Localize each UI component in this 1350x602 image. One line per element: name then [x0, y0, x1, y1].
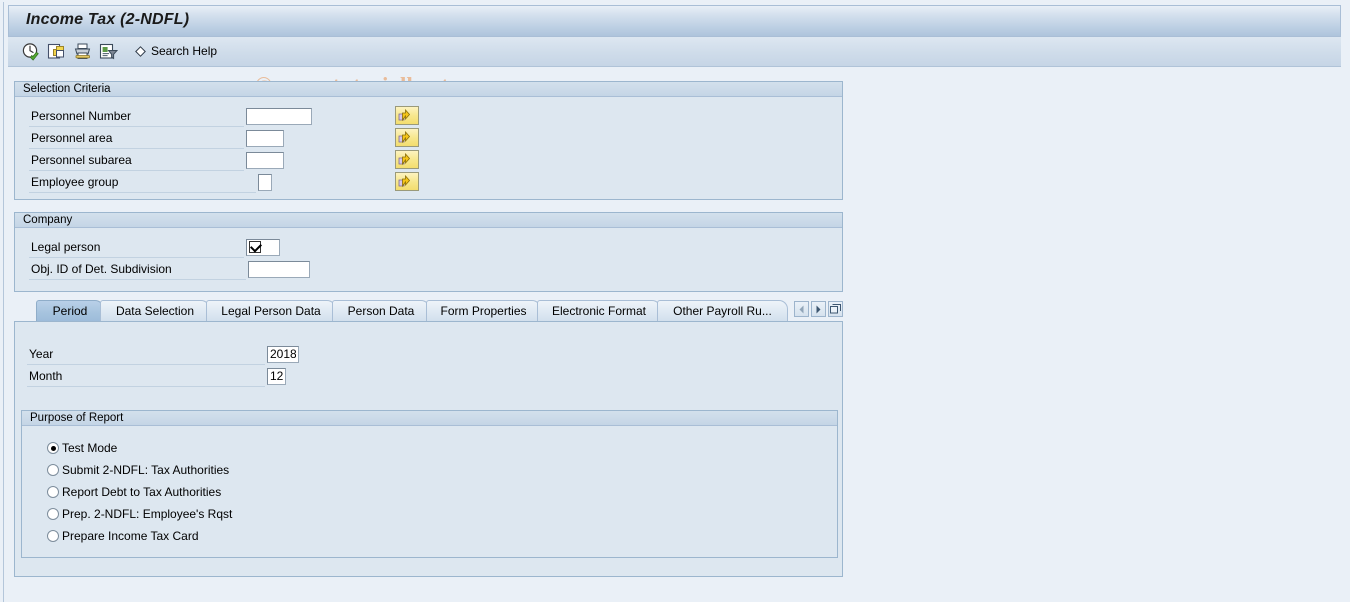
personnel-number-multi-selection-button[interactable] — [395, 106, 419, 125]
tab-form-properties[interactable]: Form Properties — [426, 300, 541, 321]
tab-other-payroll-rules[interactable]: Other Payroll Ru... — [657, 300, 788, 321]
radio-submit-2ndfl-tax-authorities[interactable]: Submit 2-NDFL: Tax Authorities — [47, 463, 229, 477]
print-icon[interactable] — [72, 41, 93, 62]
radio-button-icon — [47, 464, 59, 476]
purpose-of-report-group: Purpose of Report Test Mode Submit 2-NDF… — [21, 410, 838, 558]
application-window: Income Tax (2-NDFL) Search Help Selectio… — [3, 2, 1341, 602]
tab-navigation — [794, 301, 843, 317]
radio-prepare-income-tax-card-label: Prepare Income Tax Card — [62, 529, 199, 543]
radio-prep-2ndfl-label: Prep. 2-NDFL: Employee's Rqst — [62, 507, 233, 521]
radio-report-debt-label: Report Debt to Tax Authorities — [62, 485, 222, 499]
multi-selection-arrow-icon — [398, 174, 411, 187]
personnel-area-label: Personnel area — [29, 128, 244, 149]
legal-person-checkbox[interactable] — [246, 238, 280, 256]
tab-panel-period: Year Month Purpose of Report Test Mode — [14, 321, 843, 577]
company-body: Legal person Obj. ID of Det. Subdivision — [15, 228, 842, 291]
field-row-legal-person: Legal person — [29, 236, 280, 258]
search-help-label: Search Help — [151, 44, 218, 58]
company-header: Company — [15, 213, 842, 228]
copy-icon[interactable] — [46, 41, 67, 62]
radio-submit-2ndfl-label: Submit 2-NDFL: Tax Authorities — [62, 463, 230, 477]
employee-group-label: Employee group — [29, 172, 256, 193]
chevron-left-icon[interactable] — [794, 301, 809, 317]
year-label: Year — [27, 344, 265, 365]
obj-id-label: Obj. ID of Det. Subdivision — [29, 259, 246, 280]
personnel-number-label: Personnel Number — [29, 106, 244, 127]
field-row-obj-id: Obj. ID of Det. Subdivision — [29, 258, 310, 280]
personnel-subarea-input[interactable] — [246, 151, 284, 169]
checkmark-icon — [249, 241, 261, 253]
tab-other-payroll-rules-label: Other Payroll Ru... — [673, 304, 772, 318]
variant-icon[interactable] — [98, 41, 119, 62]
tab-legal-person-data-label: Legal Person Data — [221, 304, 321, 318]
field-row-employee-group: Employee group — [29, 171, 272, 193]
selection-criteria-group: Selection Criteria Personnel Number Pers… — [14, 81, 843, 200]
diamond-icon — [135, 45, 146, 57]
application-toolbar: Search Help © www.tutorialkart.com — [8, 37, 1341, 98]
personnel-area-input[interactable] — [246, 129, 284, 147]
multi-selection-arrow-icon — [398, 130, 411, 143]
tab-form-properties-label: Form Properties — [440, 304, 527, 318]
obj-id-input[interactable] — [248, 260, 310, 278]
radio-report-debt-tax-authorities[interactable]: Report Debt to Tax Authorities — [47, 485, 221, 499]
selection-criteria-header: Selection Criteria — [15, 82, 842, 97]
personnel-area-multi-selection-button[interactable] — [395, 128, 419, 147]
employee-group-input[interactable] — [258, 173, 272, 191]
search-help-button[interactable]: Search Help — [135, 44, 217, 58]
toolbar-buttons — [20, 41, 119, 62]
tab-electronic-format[interactable]: Electronic Format — [537, 300, 661, 321]
year-input[interactable] — [267, 345, 299, 363]
company-group: Company Legal person Obj. ID of Det. Sub… — [14, 212, 843, 292]
month-input[interactable] — [267, 367, 286, 385]
radio-button-icon — [47, 508, 59, 520]
purpose-of-report-header: Purpose of Report — [22, 411, 837, 426]
tab-legal-person-data[interactable]: Legal Person Data — [206, 300, 336, 321]
personnel-subarea-multi-selection-button[interactable] — [395, 150, 419, 169]
field-row-personnel-number: Personnel Number — [29, 105, 312, 127]
sap-screen: Income Tax (2-NDFL) Search Help Selectio… — [0, 0, 1350, 602]
page-title: Income Tax (2-NDFL) — [26, 11, 190, 28]
execute-icon[interactable] — [20, 41, 41, 62]
tab-period-label: Period — [52, 304, 88, 318]
selection-criteria-body: Personnel Number Personnel area Personne… — [15, 97, 842, 199]
multi-selection-arrow-icon — [398, 108, 411, 121]
title-bar: Income Tax (2-NDFL) — [8, 5, 1341, 37]
employee-group-multi-selection-button[interactable] — [395, 172, 419, 191]
field-row-personnel-subarea: Personnel subarea — [29, 149, 284, 171]
month-label: Month — [27, 366, 265, 387]
multi-selection-arrow-icon — [398, 152, 411, 165]
tab-period[interactable]: Period — [36, 300, 104, 321]
radio-button-icon — [47, 442, 59, 454]
field-row-year: Year — [27, 343, 299, 365]
chevron-right-icon[interactable] — [811, 301, 826, 317]
radio-prepare-income-tax-card[interactable]: Prepare Income Tax Card — [47, 529, 199, 543]
field-row-month: Month — [27, 365, 286, 387]
tab-electronic-format-label: Electronic Format — [551, 304, 647, 318]
tab-person-data-label: Person Data — [347, 304, 415, 318]
personnel-number-input[interactable] — [246, 107, 312, 125]
radio-test-mode[interactable]: Test Mode — [47, 441, 117, 455]
legal-person-label: Legal person — [29, 237, 244, 258]
tab-list-icon[interactable] — [828, 301, 843, 317]
radio-button-icon — [47, 486, 59, 498]
tab-data-selection-label: Data Selection — [115, 304, 195, 318]
field-row-personnel-area: Personnel area — [29, 127, 284, 149]
radio-button-icon — [47, 530, 59, 542]
tab-person-data[interactable]: Person Data — [332, 300, 430, 321]
tab-strip: Period Data Selection Legal Person Data … — [14, 300, 843, 322]
radio-prep-2ndfl-employee-rqst[interactable]: Prep. 2-NDFL: Employee's Rqst — [47, 507, 232, 521]
purpose-of-report-body: Test Mode Submit 2-NDFL: Tax Authorities… — [22, 426, 837, 557]
personnel-subarea-label: Personnel subarea — [29, 150, 244, 171]
radio-test-mode-label: Test Mode — [62, 441, 118, 455]
tab-data-selection[interactable]: Data Selection — [100, 300, 210, 321]
